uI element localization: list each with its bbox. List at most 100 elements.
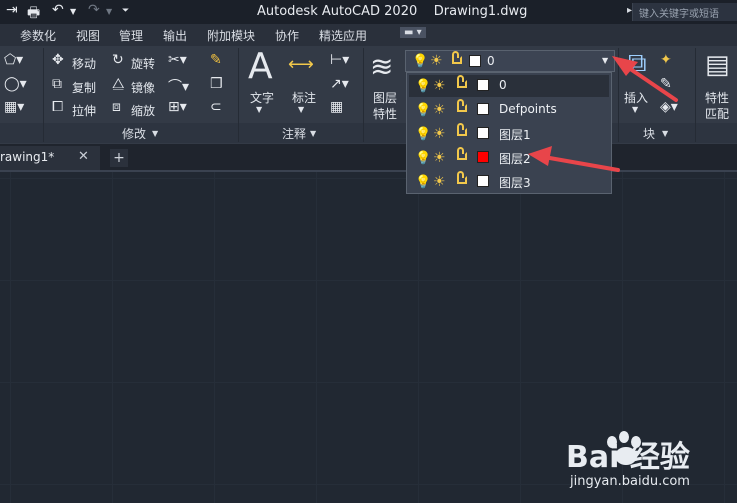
sun-icon[interactable]: ☀ — [433, 78, 446, 94]
layer-color-swatch[interactable] — [477, 175, 489, 187]
layer-option[interactable]: 💡 ☀ Defpoints — [409, 99, 609, 121]
dimension-dropdown-icon[interactable]: ▼ — [298, 105, 304, 114]
unlock-icon[interactable] — [457, 171, 467, 184]
mirror-icon[interactable]: ⧋ — [112, 76, 125, 92]
dimension-button[interactable]: 标注 — [292, 89, 316, 106]
sun-icon[interactable]: ☀ — [433, 150, 446, 166]
tab-featured-apps[interactable]: 精选应用 — [319, 27, 367, 44]
tab-parametric[interactable]: 参数化 — [20, 27, 56, 44]
tab-output[interactable]: 输出 — [163, 27, 187, 44]
bulb-icon[interactable]: 💡 — [415, 103, 431, 118]
polygon-icon[interactable]: ⬠▾ — [4, 52, 23, 68]
block-panel-title[interactable]: 块 — [643, 125, 655, 142]
scale-icon[interactable]: ⧈ — [112, 99, 121, 115]
create-block-icon[interactable]: ✦ — [660, 52, 672, 68]
layer-properties-label-2[interactable]: 特性 — [373, 105, 397, 122]
annotation-panel-expand-icon[interactable]: ▼ — [310, 129, 316, 138]
copy-button[interactable]: 复制 — [72, 79, 96, 96]
edit-block-icon[interactable]: ✎ — [660, 76, 672, 92]
search-input[interactable]: ▸ 键入关键字或短语 — [627, 3, 737, 21]
copy-icon[interactable]: ⧉ — [52, 76, 62, 92]
table-icon[interactable]: ▦ — [330, 99, 343, 115]
bulb-icon[interactable]: 💡 — [415, 79, 431, 94]
unlock-icon[interactable] — [457, 75, 467, 88]
erase-icon[interactable]: ✎ — [210, 52, 222, 68]
redo-icon[interactable]: ↷ — [88, 2, 100, 18]
layer-name: 图层1 — [499, 128, 531, 142]
open-icon[interactable]: ⇥ — [6, 2, 18, 18]
sun-icon[interactable]: ☀ — [433, 126, 446, 142]
rotate-button[interactable]: 旋转 — [131, 55, 155, 72]
insert-button[interactable]: 插入 — [624, 89, 648, 106]
close-icon[interactable]: ✕ — [78, 149, 89, 164]
ellipse-icon[interactable]: ◯▾ — [4, 76, 27, 92]
leader-icon[interactable]: ↗▾ — [330, 76, 349, 92]
chevron-down-icon[interactable]: ▼ — [602, 56, 608, 65]
match-properties-icon[interactable]: ▤ — [705, 50, 730, 80]
unlock-icon[interactable] — [457, 147, 467, 160]
scale-button[interactable]: 缩放 — [131, 102, 155, 119]
rotate-icon[interactable]: ↻ — [112, 52, 124, 68]
linear-dim-icon[interactable]: ⊢▾ — [330, 52, 349, 68]
text-dropdown-icon[interactable]: ▼ — [256, 105, 262, 114]
match-properties-label-1[interactable]: 特性 — [705, 89, 729, 106]
layer-option[interactable]: 💡 ☀ 图层2 — [409, 147, 609, 169]
layer-color-swatch[interactable] — [477, 79, 489, 91]
tab-collaborate[interactable]: 协作 — [275, 27, 299, 44]
tab-addins[interactable]: 附加模块 — [207, 27, 255, 44]
match-properties-label-2[interactable]: 匹配 — [705, 105, 729, 122]
print-icon[interactable]: 🖶 — [27, 2, 40, 26]
offset-icon[interactable]: ⊂ — [210, 99, 222, 115]
stretch-button[interactable]: 拉伸 — [72, 102, 96, 119]
array-icon[interactable]: ⊞▾ — [168, 99, 187, 115]
dimension-icon[interactable]: ⟷ — [288, 54, 314, 75]
layer-name: 图层3 — [499, 176, 531, 190]
bulb-icon[interactable]: 💡 — [415, 175, 431, 190]
sun-icon[interactable]: ☀ — [433, 102, 446, 118]
document-tab-drawing1[interactable]: rawing1* ✕ — [0, 146, 100, 170]
explode-icon[interactable]: ❒ — [210, 76, 223, 92]
customize-quick-access-icon[interactable]: ⏷ — [122, 6, 129, 16]
layer-option[interactable]: 💡 ☀ 图层3 — [409, 171, 609, 193]
text-button[interactable]: 文字 — [250, 89, 274, 106]
insert-dropdown-icon[interactable]: ▼ — [632, 105, 638, 114]
hatch-icon[interactable]: ▦▾ — [4, 99, 24, 115]
move-icon[interactable]: ✥ — [52, 52, 64, 68]
annotation-panel-title[interactable]: 注释 — [282, 125, 306, 142]
insert-block-icon[interactable]: ⧉ — [628, 48, 647, 79]
bulb-icon[interactable]: 💡 — [415, 151, 431, 166]
block-panel-expand-icon[interactable]: ▼ — [662, 129, 668, 138]
panel-separator — [618, 48, 619, 142]
bulb-icon[interactable]: 💡 — [415, 127, 431, 142]
layer-color-swatch[interactable] — [477, 103, 489, 115]
layer-dropdown[interactable]: 💡 ☀ 0 ▼ — [405, 50, 615, 72]
modify-panel-expand-icon[interactable]: ▼ — [152, 129, 158, 138]
move-button[interactable]: 移动 — [72, 55, 96, 72]
layer-properties-icon[interactable]: ≋ — [370, 50, 393, 83]
layer-color-swatch[interactable] — [477, 151, 489, 163]
ribbon-tab-bar: 参数化 视图 管理 输出 附加模块 协作 精选应用 ▬ ▾ — [0, 24, 737, 46]
search-expand-icon: ▸ — [627, 5, 633, 16]
redo-dropdown-icon[interactable]: ▼ — [106, 7, 112, 16]
modify-panel-title[interactable]: 修改 — [122, 125, 146, 142]
layer-option[interactable]: 💡 ☀ 0 — [409, 75, 609, 97]
unlock-icon[interactable] — [457, 123, 467, 136]
fillet-icon[interactable]: ⌒▾ — [168, 76, 189, 96]
tab-view[interactable]: 视图 — [76, 27, 100, 44]
undo-dropdown-icon[interactable]: ▼ — [70, 7, 76, 16]
text-icon[interactable]: A — [248, 46, 273, 87]
trim-icon[interactable]: ✂▾ — [168, 52, 187, 68]
stretch-icon[interactable]: ⧠ — [52, 99, 63, 115]
layer-properties-label-1[interactable]: 图层 — [373, 89, 397, 106]
block-attribute-icon[interactable]: ◈▾ — [660, 99, 678, 115]
ribbon-toggle-icon[interactable]: ▬ ▾ — [400, 27, 426, 38]
tab-manage[interactable]: 管理 — [119, 27, 143, 44]
layer-option[interactable]: 💡 ☀ 图层1 — [409, 123, 609, 145]
unlock-icon[interactable] — [457, 99, 467, 112]
layer-color-swatch[interactable] — [477, 127, 489, 139]
search-placeholder: 键入关键字或短语 — [639, 9, 719, 20]
sun-icon[interactable]: ☀ — [433, 174, 446, 190]
mirror-button[interactable]: 镜像 — [131, 79, 155, 96]
plus-icon[interactable]: + — [110, 149, 128, 167]
undo-icon[interactable]: ↶ — [52, 2, 64, 18]
